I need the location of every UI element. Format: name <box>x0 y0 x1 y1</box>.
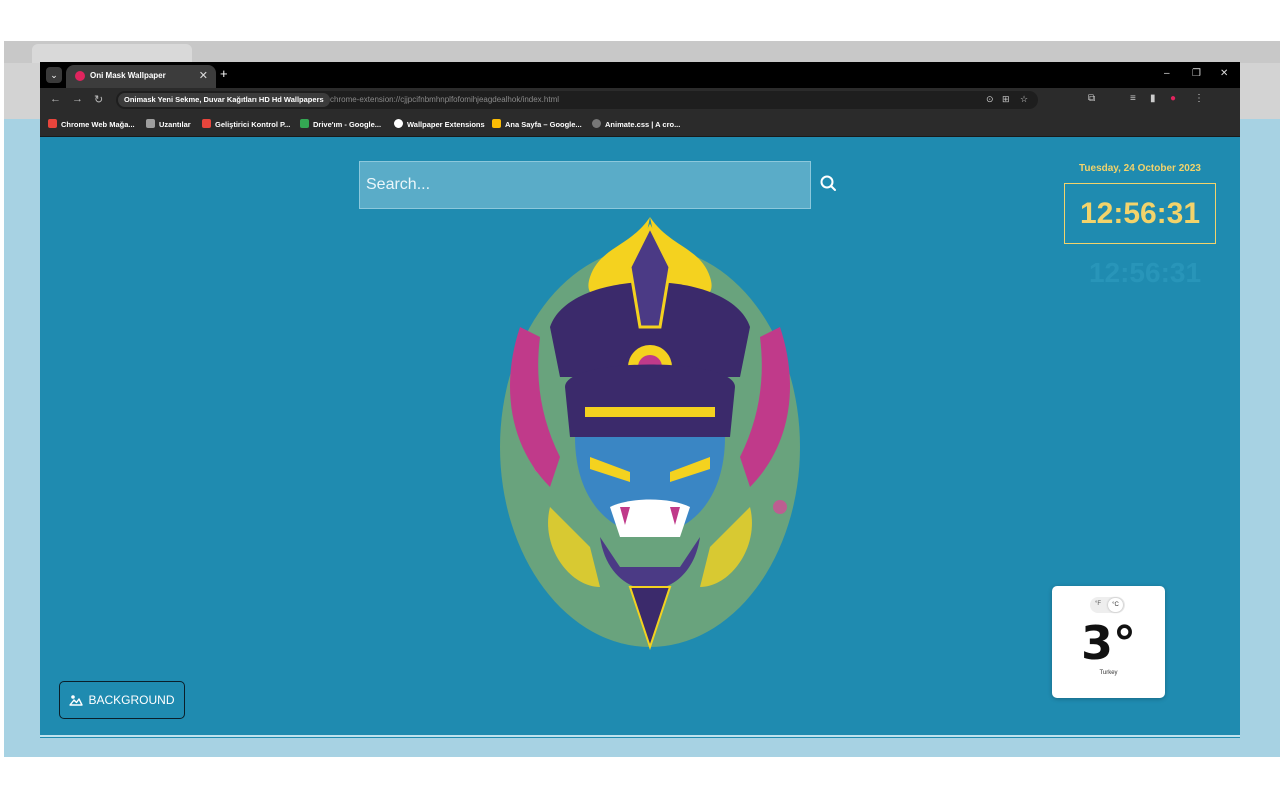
browser-toolbar: ← → ↻ Onimask Yeni Sekme, Duvar Kağıtlar… <box>40 88 1240 112</box>
search-icon[interactable] <box>818 173 840 195</box>
tab-strip: ⌄ Oni Mask Wallpaper ✕ + – ❐ ✕ <box>40 62 1240 88</box>
new-tab-button[interactable]: + <box>220 66 228 81</box>
landscape-icon <box>69 695 84 706</box>
bookmark-item[interactable]: Ana Sayfa – Google... <box>492 119 582 129</box>
bookmark-favicon-icon <box>48 119 57 128</box>
tab-close-icon[interactable]: ✕ <box>199 69 208 82</box>
oni-mask-artwork <box>500 217 800 651</box>
clock-reflection: 12:56:31 <box>1088 257 1202 288</box>
bookmark-favicon-icon <box>202 119 211 128</box>
date-display: Tuesday, 24 October 2023 <box>1079 163 1201 174</box>
restore-button[interactable]: ❐ <box>1192 68 1201 79</box>
close-window-button[interactable]: ✕ <box>1220 68 1228 79</box>
url-text[interactable]: chrome-extension://cjjpcifnbmhnplfofomih… <box>330 95 559 104</box>
profile-icon[interactable]: ● <box>1170 93 1176 104</box>
temperature: 3° <box>1080 616 1136 670</box>
browser-window: ⌄ Oni Mask Wallpaper ✕ + – ❐ ✕ ← → ↻ Oni… <box>40 62 1240 738</box>
bookmark-favicon-icon <box>492 119 501 128</box>
search-input[interactable] <box>360 162 810 208</box>
clock-display: 12:56:31 <box>1064 183 1216 244</box>
bookmark-item[interactable]: Chrome Web Mağa... <box>48 119 135 129</box>
back-icon[interactable]: ← <box>50 93 61 105</box>
puzzle-icon <box>146 119 155 128</box>
unit-toggle[interactable]: °F °C <box>1090 597 1125 613</box>
bookmark-favicon-icon <box>592 119 601 128</box>
page-bottom-divider <box>40 735 1240 737</box>
bookmark-item[interactable]: Drive'ım - Google... <box>300 119 381 129</box>
drive-icon <box>300 119 309 128</box>
extensions-icon[interactable]: ⧉ <box>1088 93 1095 104</box>
star-icon[interactable]: ☆ <box>1020 94 1028 105</box>
minimize-button[interactable]: – <box>1164 68 1170 79</box>
background-tab <box>32 44 192 63</box>
weather-widget: °F °C 3° Turkey <box>1052 586 1165 698</box>
new-tab-page: Tuesday, 24 October 2023 12:56:31 12:56:… <box>40 137 1240 738</box>
unit-celsius[interactable]: °C <box>1108 598 1123 612</box>
globe-icon <box>394 119 403 128</box>
unit-fahrenheit[interactable]: °F <box>1095 601 1101 607</box>
reload-icon[interactable]: ↻ <box>94 93 103 106</box>
background-button[interactable]: BACKGROUND <box>59 681 185 719</box>
tab-favicon-icon <box>75 71 85 81</box>
side-panel-icon[interactable]: ▮ <box>1150 93 1156 104</box>
translate-icon[interactable]: ⊞ <box>1002 94 1010 105</box>
search-box <box>359 161 811 209</box>
clock-time: 12:56:31 <box>1079 196 1201 230</box>
address-bar[interactable]: Onimask Yeni Sekme, Duvar Kağıtları HD H… <box>116 91 1038 109</box>
bookmark-item[interactable]: Animate.css | A cro... <box>592 119 680 129</box>
active-tab[interactable]: Oni Mask Wallpaper ✕ <box>66 65 216 88</box>
bookmark-item[interactable]: Uzantılar <box>146 119 191 129</box>
bookmark-item[interactable]: Wallpaper Extensions <box>394 119 485 129</box>
bookmarks-bar: Chrome Web Mağa... Uzantılar Geliştirici… <box>40 112 1240 137</box>
reading-list-icon[interactable]: ≡ <box>1130 93 1136 104</box>
weather-location: Turkey <box>1099 670 1118 676</box>
forward-icon[interactable]: → <box>72 93 83 105</box>
extension-page-chip[interactable]: Onimask Yeni Sekme, Duvar Kağıtları HD H… <box>118 93 330 107</box>
tab-title: Oni Mask Wallpaper <box>90 71 166 80</box>
menu-icon[interactable]: ⋮ <box>1194 93 1204 104</box>
bookmark-item[interactable]: Geliştirici Kontrol P... <box>202 119 290 129</box>
background-tabstrip <box>4 41 1280 63</box>
background-button-label: BACKGROUND <box>88 693 175 707</box>
tab-search-button[interactable]: ⌄ <box>46 67 62 83</box>
location-icon[interactable]: ⊙ <box>986 94 994 105</box>
